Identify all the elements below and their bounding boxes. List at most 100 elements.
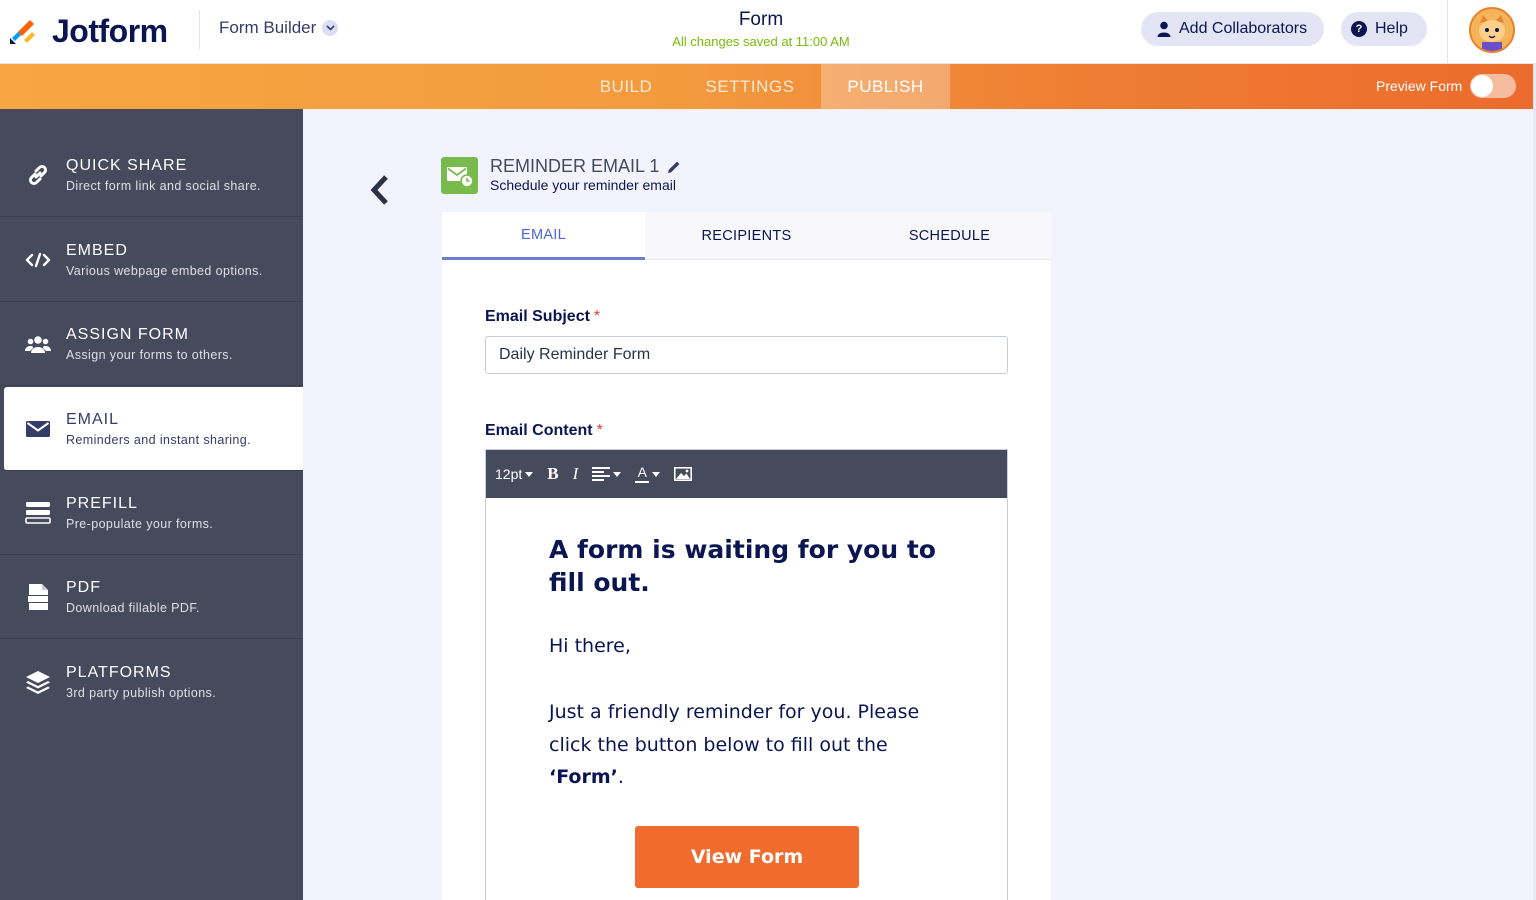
main-nav-bar: BUILD SETTINGS PUBLISH Preview Form — [0, 64, 1536, 109]
caret-down-icon — [525, 471, 534, 477]
sidebar-item-title: ASSIGN FORM — [66, 326, 190, 343]
email-subject-input[interactable]: Daily Reminder Form — [485, 336, 1008, 374]
insert-image-button[interactable] — [674, 450, 693, 498]
cat-avatar-icon — [1471, 9, 1513, 51]
jotform-logo-icon — [10, 20, 35, 44]
pdf-icon — [24, 583, 52, 611]
reminder-subtitle: Schedule your reminder email — [490, 177, 676, 193]
tab-build-label: BUILD — [599, 76, 653, 96]
avatar[interactable] — [1469, 7, 1515, 53]
italic-button[interactable]: I — [573, 450, 579, 498]
tab-recipients[interactable]: RECIPIENTS — [645, 212, 848, 260]
chevron-down-icon — [322, 20, 339, 36]
form-builder-label: Form Builder — [219, 18, 317, 37]
envelope-icon — [24, 415, 52, 443]
preview-form-label: Preview Form — [1376, 78, 1463, 94]
link-icon — [24, 161, 52, 189]
text-color-letter: A — [637, 464, 647, 480]
sidebar-item-desc: Pre-populate your forms. — [66, 517, 214, 531]
help-label: Help — [1375, 20, 1408, 37]
form-title[interactable]: Form — [660, 9, 862, 31]
sidebar-item-assign-form[interactable]: ASSIGN FORM Assign your forms to others. — [0, 302, 303, 386]
sidebar-item-desc: Download fillable PDF. — [66, 601, 200, 615]
jotform-logo[interactable]: Jotform — [8, 13, 188, 49]
email-greeting: Hi there, — [549, 635, 631, 657]
user-icon — [1157, 21, 1171, 37]
bold-button[interactable]: B — [547, 450, 558, 498]
pencil-icon[interactable] — [667, 160, 681, 174]
sidebar-item-desc: Various webpage embed options. — [66, 264, 263, 278]
email-body-text: Just a friendly reminder for you. Please… — [549, 701, 920, 756]
sidebar-item-quick-share[interactable]: QUICK SHARE Direct form link and social … — [0, 133, 303, 217]
toggle-knob — [1471, 75, 1493, 97]
align-dropdown[interactable] — [592, 450, 622, 498]
sidebar-item-title: EMBED — [66, 242, 128, 259]
required-mark: * — [596, 422, 603, 439]
email-subject-label: Email Subject * — [485, 308, 600, 326]
text-color-dropdown[interactable]: A — [635, 450, 661, 498]
email-content-label-text: Email Content — [485, 422, 593, 439]
tab-publish-label: PUBLISH — [847, 76, 924, 96]
sidebar-item-title: PREFILL — [66, 495, 138, 512]
sidebar-item-pdf[interactable]: PDF Download fillable PDF. — [0, 555, 303, 639]
header-divider-right — [1447, 0, 1448, 64]
tab-settings-label: SETTINGS — [705, 76, 795, 96]
view-form-button[interactable]: View Form — [635, 826, 859, 888]
help-icon: ? — [1351, 21, 1367, 37]
tab-settings[interactable]: SETTINGS — [692, 64, 808, 109]
email-heading: A form is waiting for you to fill out. — [549, 535, 936, 597]
tab-publish[interactable]: PUBLISH — [821, 64, 950, 109]
reminder-title-text: REMINDER EMAIL 1 — [490, 156, 660, 176]
code-icon — [24, 246, 52, 274]
email-body: Just a friendly reminder for you. Please… — [549, 696, 949, 794]
save-status: All changes saved at 11:00 AM — [672, 34, 850, 49]
font-size-dropdown[interactable]: 12pt — [495, 450, 534, 498]
sidebar-item-platforms[interactable]: PLATFORMS 3rd party publish options. — [0, 640, 303, 724]
help-button[interactable]: ? Help — [1341, 12, 1427, 46]
preview-form-toggle[interactable] — [1470, 74, 1516, 98]
sidebar-item-desc: Direct form link and social share. — [66, 179, 261, 193]
add-collaborators-button[interactable]: Add Collaborators — [1141, 12, 1324, 46]
reminder-tabs: EMAIL RECIPIENTS SCHEDULE — [442, 212, 1051, 260]
back-button[interactable] — [366, 172, 394, 208]
tab-email[interactable]: EMAIL — [442, 212, 645, 260]
text-color-icon: A — [635, 464, 650, 483]
add-collaborators-label: Add Collaborators — [1179, 20, 1308, 37]
align-left-icon — [592, 467, 611, 481]
prefill-icon — [24, 499, 52, 527]
tab-recipients-label: RECIPIENTS — [701, 228, 792, 244]
email-content-editor[interactable]: 12pt B I A A form is waiting for you to … — [485, 449, 1008, 900]
sidebar-item-prefill[interactable]: PREFILL Pre-populate your forms. — [0, 471, 303, 555]
reminder-title[interactable]: REMINDER EMAIL 1 — [490, 156, 681, 177]
sidebar-item-title: QUICK SHARE — [66, 157, 188, 174]
editor-toolbar: 12pt B I A — [486, 450, 1007, 498]
reminder-card: EMAIL RECIPIENTS SCHEDULE Email Subject *… — [442, 212, 1051, 900]
font-size-value: 12pt — [495, 466, 523, 482]
caret-down-icon — [613, 471, 622, 477]
sidebar-item-title: PDF — [66, 579, 101, 596]
sidebar-item-desc: Reminders and instant sharing. — [66, 433, 252, 447]
layers-icon — [24, 668, 52, 696]
email-content-label: Email Content * — [485, 422, 603, 440]
publish-sidebar: QUICK SHARE Direct form link and social … — [0, 109, 303, 900]
sidebar-item-title: EMAIL — [66, 411, 120, 428]
required-mark: * — [593, 308, 601, 325]
header-divider — [199, 10, 200, 50]
sidebar-item-desc: Assign your forms to others. — [66, 348, 233, 362]
form-builder-menu[interactable]: Form Builder — [219, 18, 339, 38]
sidebar-item-embed[interactable]: EMBED Various webpage embed options. — [0, 218, 303, 302]
sidebar-item-email[interactable]: EMAIL Reminders and instant sharing. — [4, 387, 303, 471]
tab-build[interactable]: BUILD — [584, 64, 668, 109]
tab-schedule-label: SCHEDULE — [908, 228, 991, 244]
brand-name: Jotform — [52, 12, 168, 49]
tab-schedule[interactable]: SCHEDULE — [848, 212, 1051, 260]
users-icon — [24, 330, 52, 358]
image-icon — [674, 467, 693, 481]
sidebar-item-title: PLATFORMS — [66, 664, 172, 681]
tab-email-label: EMAIL — [520, 226, 566, 243]
email-form-name: ‘Form’ — [549, 766, 618, 788]
reminder-email-icon — [441, 157, 478, 194]
sidebar-item-desc: 3rd party publish options. — [66, 686, 217, 700]
app-header: Jotform Form Builder Form All changes sa… — [0, 0, 1536, 64]
email-subject-label-text: Email Subject — [485, 308, 590, 325]
